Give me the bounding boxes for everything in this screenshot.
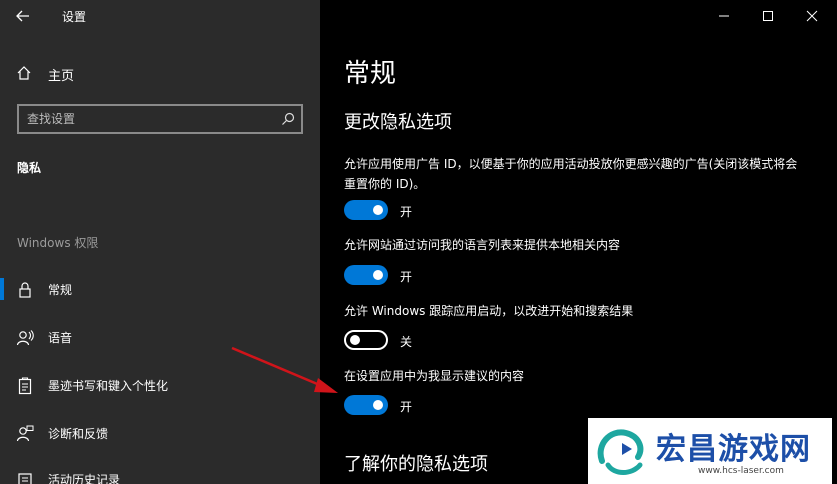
toggle-state-label: 关: [400, 335, 413, 349]
sidebar-item-label: 常规: [48, 283, 73, 297]
option-description: 允许网站通过访问我的语言列表来提供本地相关内容: [344, 238, 621, 252]
suggested-content-toggle[interactable]: [344, 395, 388, 415]
app-title: 设置: [62, 10, 87, 24]
minimize-button[interactable]: [701, 0, 747, 32]
history-icon: [18, 473, 32, 484]
search-input[interactable]: [27, 110, 267, 128]
option-description: 允许 Windows 跟踪应用启动，以改进开始和搜索结果: [344, 304, 634, 318]
section-heading: 更改隐私选项: [344, 112, 452, 133]
sidebar-item-label: 诊断和反馈: [48, 427, 109, 441]
maximize-button[interactable]: [745, 0, 791, 32]
watermark-url: www.hcs-laser.com: [698, 466, 784, 476]
watermark-text: 宏昌游戏网: [656, 432, 811, 467]
speech-icon: [16, 330, 34, 346]
privacy-options-heading: 了解你的隐私选项: [344, 454, 488, 475]
toggle-knob: [350, 335, 360, 345]
clipboard-icon: [18, 377, 32, 395]
sidebar-item-label: 语音: [48, 331, 73, 345]
app-launch-tracking-toggle[interactable]: [344, 330, 388, 350]
toggle-knob: [373, 400, 383, 410]
toggle-knob: [373, 205, 383, 215]
sidebar-item-speech[interactable]: 语音: [0, 320, 320, 354]
toggle-state-label: 开: [400, 270, 413, 284]
minimize-icon: [719, 15, 729, 17]
home-label: 主页: [48, 69, 75, 84]
back-button[interactable]: [8, 3, 38, 29]
toggle-state-label: 开: [400, 400, 413, 414]
search-box[interactable]: [17, 104, 303, 134]
option-description: 在设置应用中为我显示建议的内容: [344, 369, 525, 383]
option-description: 允许应用使用广告 ID，以便基于你的应用活动投放你更感兴趣的广告(关闭该模式将会…: [344, 157, 798, 191]
page-title: 常规: [344, 59, 397, 89]
sidebar-item-diagnostics[interactable]: 诊断和反馈: [0, 416, 320, 450]
advertising-id-toggle[interactable]: [344, 200, 388, 220]
category-title: 隐私: [17, 161, 42, 175]
sidebar-item-home[interactable]: 主页: [0, 58, 320, 88]
sidebar-item-inking[interactable]: 墨迹书写和键入个性化: [0, 368, 320, 402]
toggle-state-label: 开: [400, 205, 413, 219]
section-label: Windows 权限: [17, 236, 99, 250]
titlebar-left: 设置: [0, 0, 320, 33]
sidebar-item-label: 墨迹书写和键入个性化: [48, 379, 169, 393]
watermark: 宏昌游戏网 www.hcs-laser.com: [588, 418, 832, 484]
search-icon[interactable]: [281, 112, 295, 126]
lock-icon: [19, 282, 31, 298]
dragon-logo-icon: [597, 429, 644, 475]
maximize-icon: [763, 11, 773, 21]
sidebar: 设置 主页 隐私 Windows 权限 常规 语音: [0, 0, 320, 484]
toggle-knob: [373, 270, 383, 280]
language-list-toggle[interactable]: [344, 265, 388, 285]
close-icon: [806, 10, 818, 22]
main-content: 常规 更改隐私选项 允许应用使用广告 ID，以便基于你的应用活动投放你更感兴趣的…: [320, 0, 837, 484]
home-icon: [17, 66, 31, 80]
close-button[interactable]: [789, 0, 835, 32]
back-arrow-icon: [16, 10, 29, 22]
feedback-icon: [16, 425, 34, 442]
sidebar-item-label: 活动历史记录: [48, 473, 121, 484]
sidebar-item-general[interactable]: 常规: [0, 272, 320, 306]
sidebar-item-activity-history[interactable]: 活动历史记录: [0, 462, 320, 484]
